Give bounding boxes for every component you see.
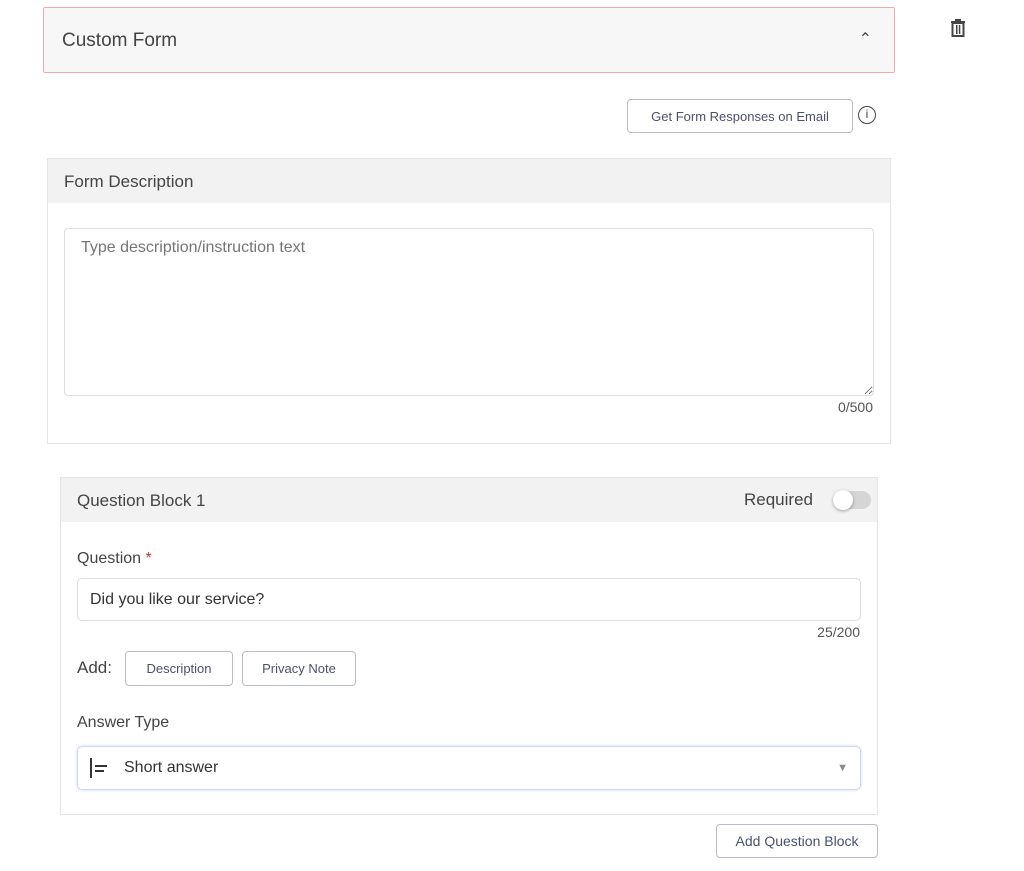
form-description-section: Form Description 0/500 — [47, 158, 891, 444]
answer-type-value: Short answer — [124, 759, 219, 776]
add-privacy-note-button[interactable]: Privacy Note — [242, 651, 356, 686]
dropdown-caret-icon: ▼ — [837, 762, 848, 774]
add-description-button[interactable]: Description — [125, 651, 233, 686]
chevron-up-icon[interactable]: ⌃ — [859, 29, 872, 49]
custom-form-title: Custom Form — [62, 30, 178, 51]
answer-type-select[interactable]: Short answer ▼ — [77, 746, 861, 790]
custom-form-header[interactable]: Custom Form ⌃ — [43, 7, 895, 73]
question-input[interactable]: Did you like our service? — [77, 578, 861, 621]
question-counter: 25/200 — [817, 624, 860, 640]
question-label: Question * — [77, 550, 152, 567]
add-label: Add: — [77, 658, 112, 677]
add-question-block-button[interactable]: Add Question Block — [716, 824, 878, 858]
required-asterisk: * — [145, 550, 152, 567]
short-answer-icon — [90, 758, 110, 778]
trash-icon[interactable] — [949, 18, 967, 38]
required-toggle[interactable] — [833, 490, 871, 510]
required-label: Required — [744, 490, 813, 509]
form-description-textarea[interactable] — [64, 228, 874, 396]
question-block-title: Question Block 1 — [77, 491, 206, 510]
get-form-responses-email-button[interactable]: Get Form Responses on Email — [627, 99, 853, 133]
question-block: Question Block 1 Required Question * Did… — [60, 477, 878, 815]
description-counter: 0/500 — [837, 399, 873, 415]
answer-type-label: Answer Type — [77, 714, 170, 731]
info-icon[interactable]: i — [858, 106, 876, 124]
form-description-title: Form Description — [64, 172, 194, 191]
